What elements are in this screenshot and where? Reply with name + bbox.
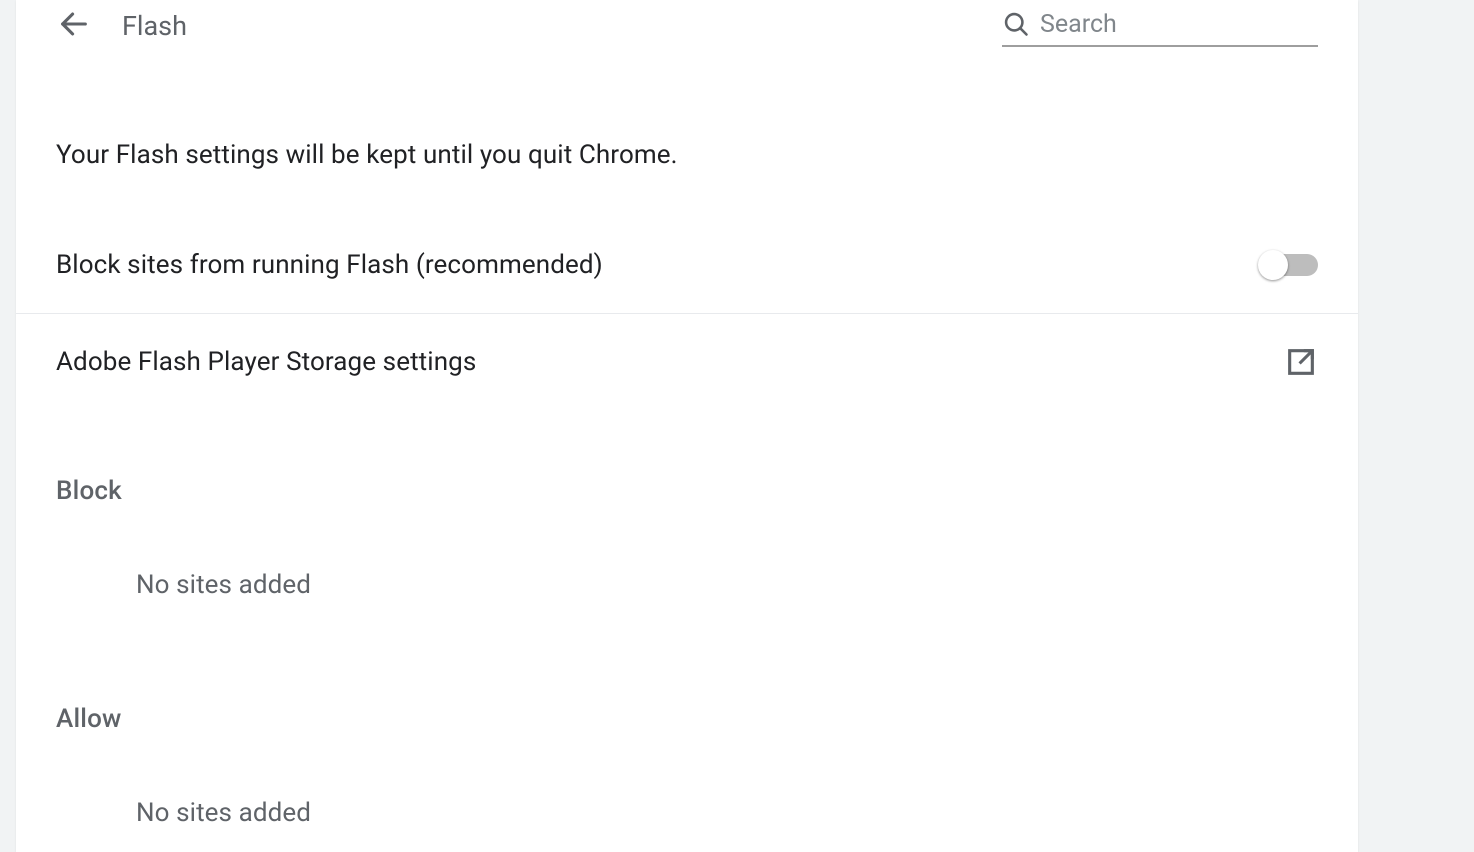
search-input[interactable] bbox=[1040, 10, 1318, 39]
back-button[interactable] bbox=[54, 6, 94, 46]
block-flash-label: Block sites from running Flash (recommen… bbox=[56, 250, 603, 280]
block-flash-toggle[interactable] bbox=[1260, 254, 1318, 276]
search-field-container[interactable] bbox=[1002, 6, 1318, 47]
block-section-empty: No sites added bbox=[16, 570, 1358, 600]
allow-section-title: Allow bbox=[16, 704, 1358, 734]
search-icon bbox=[1002, 10, 1030, 38]
page-title: Flash bbox=[122, 10, 187, 42]
block-section-title: Block bbox=[16, 476, 1358, 506]
allow-section-empty: No sites added bbox=[16, 798, 1358, 828]
flash-settings-notice: Your Flash settings will be kept until y… bbox=[16, 140, 1358, 170]
adobe-storage-label: Adobe Flash Player Storage settings bbox=[56, 347, 476, 377]
toggle-knob bbox=[1258, 250, 1288, 280]
block-flash-row: Block sites from running Flash (recommen… bbox=[16, 216, 1358, 314]
page-header: Flash bbox=[16, 0, 1358, 52]
content-area: Your Flash settings will be kept until y… bbox=[16, 140, 1358, 828]
arrow-left-icon bbox=[57, 7, 91, 45]
settings-card: Flash Your Flash settings will be kept u… bbox=[16, 0, 1358, 852]
open-external-icon bbox=[1284, 345, 1318, 379]
adobe-storage-settings-row[interactable]: Adobe Flash Player Storage settings bbox=[16, 314, 1358, 410]
